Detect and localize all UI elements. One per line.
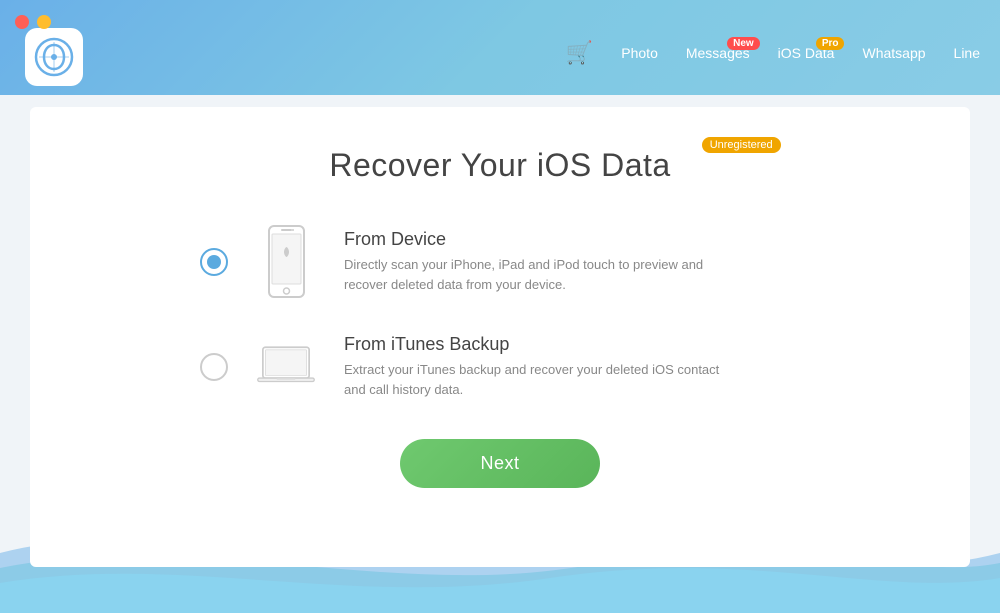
next-button[interactable]: Next [400,439,599,488]
pro-badge: Pro [816,37,845,50]
radio-from-device[interactable] [200,248,228,276]
new-badge: New [727,37,760,50]
nav-item-photo[interactable]: Photo [621,45,658,61]
radio-from-itunes[interactable] [200,353,228,381]
nav-cart[interactable]: 🛒 [566,40,593,66]
from-itunes-text: From iTunes Backup Extract your iTunes b… [344,334,724,399]
option-from-itunes[interactable]: From iTunes Backup Extract your iTunes b… [200,334,800,399]
unregistered-badge: Unregistered [702,137,781,153]
close-button[interactable] [15,15,29,29]
iphone-icon [256,224,316,299]
title-wrapper: Recover Your iOS Data Unregistered [329,147,670,184]
cart-icon: 🛒 [566,40,593,66]
laptop-icon [256,339,316,394]
page-title: Recover Your iOS Data [329,147,670,184]
minimize-button[interactable] [37,15,51,29]
nav-item-ios-data[interactable]: Pro iOS Data [778,45,835,61]
titlebar: 🛒 Photo New Messages Pro iOS Data Whatsa… [0,0,1000,95]
nav-bar: 🛒 Photo New Messages Pro iOS Data Whatsa… [566,40,980,66]
main-panel: Recover Your iOS Data Unregistered [30,107,970,567]
window-controls [15,15,51,29]
from-device-text: From Device Directly scan your iPhone, i… [344,229,724,294]
app-logo [25,28,83,86]
nav-item-messages[interactable]: New Messages [686,45,750,61]
options-list: From Device Directly scan your iPhone, i… [200,224,800,399]
nav-item-line[interactable]: Line [954,45,980,61]
content-wrapper: Recover Your iOS Data Unregistered [0,95,1000,567]
nav-item-whatsapp[interactable]: Whatsapp [862,45,925,61]
option-from-device[interactable]: From Device Directly scan your iPhone, i… [200,224,800,299]
